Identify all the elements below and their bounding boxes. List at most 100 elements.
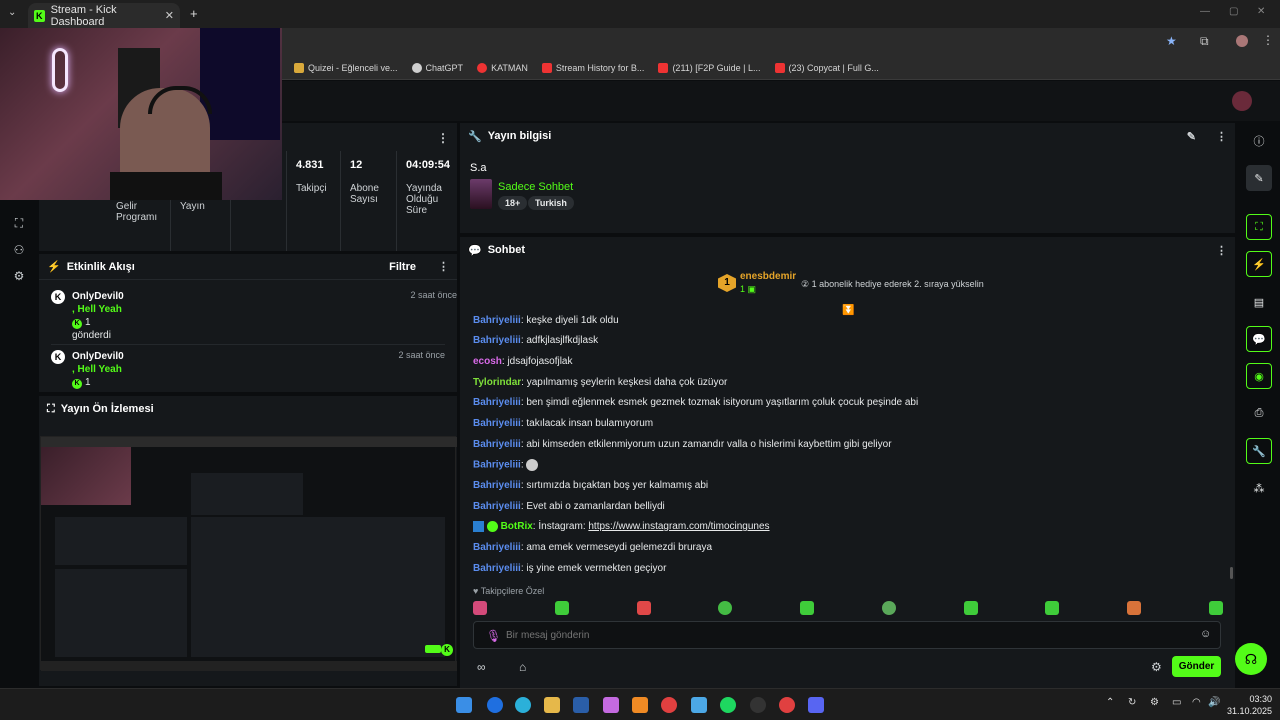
chat-username[interactable]: ecosh: [473, 356, 502, 367]
clock[interactable]: 03:30 31.10.2025: [1224, 693, 1272, 717]
edit-rail-icon[interactable]: ✎: [1246, 165, 1272, 191]
tab-search-icon[interactable]: ⌄: [8, 7, 16, 18]
users-icon[interactable]: ⚇: [12, 243, 26, 257]
chat-username[interactable]: Bahriyeliii: [473, 480, 521, 491]
divider: [51, 344, 445, 345]
emote-icon[interactable]: [1045, 601, 1060, 615]
chat-username[interactable]: Bahriyeliii: [473, 439, 521, 450]
chrome-icon[interactable]: [779, 697, 795, 713]
vlc-icon[interactable]: [632, 697, 648, 713]
chat-username[interactable]: Bahriyeliii: [473, 460, 521, 471]
chat-username[interactable]: Bahriyeliii: [473, 335, 521, 346]
maximize-icon[interactable]: ▢: [1229, 6, 1238, 17]
emote-icon[interactable]: [1127, 601, 1142, 615]
bookmark-item[interactable]: Stream History for B...: [541, 62, 644, 73]
profile-avatar[interactable]: [1236, 35, 1248, 47]
chat-input[interactable]: [506, 627, 1186, 643]
document-icon[interactable]: ▤: [1246, 289, 1272, 315]
emote-icon[interactable]: [718, 601, 733, 615]
bookmark-item[interactable]: KATMAN: [477, 62, 528, 73]
explorer-icon[interactable]: [544, 697, 560, 713]
tray-icon[interactable]: ↻: [1128, 697, 1136, 708]
close-window-icon[interactable]: ✕: [1257, 6, 1265, 17]
filter-button[interactable]: Filtre: [389, 261, 416, 273]
close-tab-icon[interactable]: ✕: [165, 9, 174, 22]
activity-user[interactable]: OnlyDevil0: [72, 290, 457, 303]
chat-username[interactable]: Bahriyeliii: [473, 315, 521, 326]
app-icon[interactable]: [487, 697, 503, 713]
chat-menu-icon[interactable]: ⋮: [1216, 244, 1227, 257]
store-app-icon[interactable]: [573, 697, 589, 713]
lightning-rail-icon[interactable]: ⚡: [1246, 251, 1272, 277]
stats-menu-icon[interactable]: ⋮: [437, 131, 449, 145]
tray-chevron-icon[interactable]: ⌃: [1106, 697, 1114, 708]
activity-menu-icon[interactable]: ⋮: [438, 260, 449, 273]
chat-username[interactable]: Bahriyeliii: [473, 418, 521, 429]
bookmark-star-icon[interactable]: ★: [1166, 34, 1177, 48]
broadcast-icon[interactable]: ◉: [1246, 363, 1272, 389]
chat-username[interactable]: Bahriyeliii: [473, 563, 521, 574]
minimize-icon[interactable]: —: [1200, 6, 1210, 17]
wifi-icon[interactable]: ◠: [1192, 697, 1201, 708]
new-tab-button[interactable]: +: [190, 6, 198, 21]
bookmark-item[interactable]: (211) [F2P Guide | L...: [658, 62, 761, 73]
emote-icon[interactable]: [800, 601, 815, 615]
chat-settings-icon[interactable]: ⚙: [1151, 660, 1162, 674]
activity-user[interactable]: OnlyDevil0: [72, 350, 445, 363]
chat-username[interactable]: Bahriyeliii: [473, 397, 521, 408]
store-icon[interactable]: ⌂: [519, 660, 526, 674]
stream-rail-icon[interactable]: ⛶: [1246, 214, 1272, 240]
chat-text: : adfkjlasjlfkdjlask: [520, 335, 599, 346]
extensions-icon[interactable]: ⧉: [1200, 34, 1209, 49]
chat-rail-icon[interactable]: 💬: [1246, 326, 1272, 352]
volume-icon[interactable]: 🔊: [1208, 697, 1220, 708]
category-link[interactable]: Sadece Sohbet: [498, 181, 573, 193]
emote-icon[interactable]: [473, 601, 487, 615]
emote-icon[interactable]: [1208, 601, 1223, 615]
edge-icon[interactable]: [515, 697, 531, 713]
copilot-icon[interactable]: [603, 697, 619, 713]
obs-icon[interactable]: [750, 697, 766, 713]
info-icon[interactable]: ⓘ: [1246, 128, 1272, 154]
chat-link[interactable]: https://www.instagram.com/timocingunes: [588, 521, 769, 532]
stream-info-menu-icon[interactable]: ⋮: [1216, 130, 1227, 143]
emote-icon[interactable]: [636, 601, 651, 615]
browser-menu-icon[interactable]: ⋮: [1262, 33, 1274, 47]
chat-input-box[interactable]: 🎙 ☺: [473, 621, 1221, 649]
wrench-rail-icon[interactable]: 🔧: [1246, 438, 1272, 464]
apps-icon[interactable]: ⁂: [1246, 475, 1272, 501]
emoji-icon[interactable]: ☺: [1200, 628, 1211, 640]
chat-username[interactable]: Bahriyeliii: [473, 542, 521, 553]
bookmark-item[interactable]: Quizei - Eğlenceli ve...: [294, 62, 398, 73]
app-icon[interactable]: [691, 697, 707, 713]
chat-username[interactable]: BotRix: [501, 521, 533, 532]
chat-username[interactable]: Tylorindar: [473, 377, 521, 388]
spotify-icon[interactable]: [720, 697, 736, 713]
discord-icon[interactable]: [808, 697, 824, 713]
bookmark-item[interactable]: (23) Copycat | Full G...: [774, 62, 879, 73]
chat-scrollbar[interactable]: [1230, 567, 1233, 579]
stream-preview-video[interactable]: [40, 436, 457, 671]
bookmark-item[interactable]: ChatGPT: [411, 62, 463, 73]
help-chat-icon[interactable]: ☊: [1235, 643, 1267, 675]
edit-icon[interactable]: ✎: [1187, 130, 1196, 143]
tray-icon[interactable]: ▭: [1172, 697, 1181, 708]
mic-icon[interactable]: 🎙: [486, 629, 501, 643]
infinity-icon[interactable]: ∞: [477, 660, 486, 674]
emote-icon[interactable]: [554, 601, 569, 615]
chat-text: : abi kimseden etkilenmiyorum uzun zaman…: [520, 439, 892, 450]
stream-icon[interactable]: ⛶: [12, 216, 26, 230]
browser-tab[interactable]: K Stream - Kick Dashboard ✕: [28, 3, 180, 28]
send-button[interactable]: Gönder: [1172, 656, 1221, 677]
poster-ufo: [200, 28, 280, 140]
windows-start-icon[interactable]: [456, 697, 472, 713]
gifter-name[interactable]: enesbdemir: [740, 271, 796, 282]
emote-icon[interactable]: [963, 601, 978, 615]
chat-username[interactable]: Bahriyeliii: [473, 501, 521, 512]
printer-icon[interactable]: ⎙: [1246, 400, 1272, 426]
emote-icon[interactable]: [881, 601, 896, 615]
tray-icon[interactable]: ⚙: [1150, 697, 1159, 708]
chrome-icon[interactable]: [661, 697, 677, 713]
settings-icon[interactable]: ⚙: [12, 269, 26, 283]
user-avatar[interactable]: [1232, 91, 1252, 111]
